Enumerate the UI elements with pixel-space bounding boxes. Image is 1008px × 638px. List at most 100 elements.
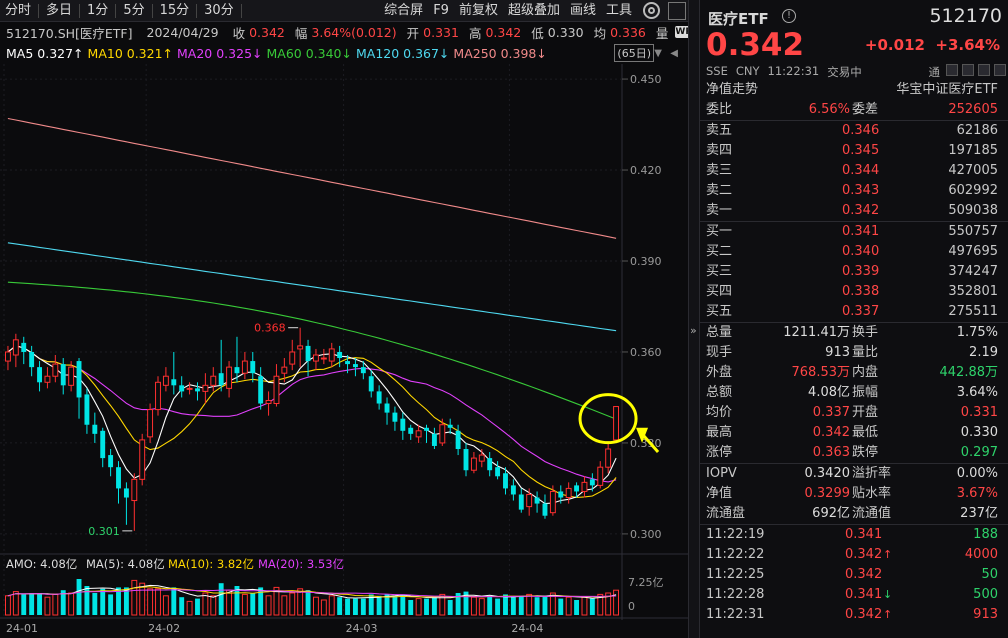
candle-up — [289, 351, 296, 365]
amp-value: 3.64%(0.012) — [311, 24, 397, 40]
candle-down — [534, 497, 540, 504]
volume-bar-up — [281, 595, 288, 616]
volume-bar-up — [581, 596, 588, 616]
volume-bar-down — [21, 594, 27, 615]
divider — [79, 3, 81, 18]
volume-bar-up — [265, 595, 272, 616]
period-tab[interactable]: 30分 — [199, 0, 239, 22]
candle-down — [574, 485, 580, 492]
price-change: +0.012 +3.64% — [864, 36, 1000, 54]
days-badge[interactable]: (65日) — [614, 44, 654, 62]
candle-down — [368, 376, 374, 392]
amo-ma10: MA(10): 3.82亿 — [168, 557, 254, 571]
toolbar-item[interactable]: 工具 — [601, 0, 637, 22]
order-book-row: 卖三 0.344 427005 — [706, 163, 998, 178]
candle-down — [195, 388, 200, 392]
panel-collapse-bar[interactable]: » — [688, 0, 700, 638]
amo-label: AMO: 4.08亿 — [6, 557, 77, 571]
tong-label: 通 — [928, 65, 941, 79]
period-tab[interactable]: 1分 — [82, 0, 113, 22]
period-tab[interactable]: 15分 — [155, 0, 195, 22]
toolbar: 分时 多日 1分 5分 15分 30分 综合屏 F9 前复权 超级叠加 画线 工具 — [0, 0, 688, 22]
info-icon[interactable]: ! — [782, 9, 796, 23]
candle-down — [510, 485, 516, 495]
candle-down — [179, 385, 185, 392]
period-tab[interactable]: 多日 — [41, 0, 77, 22]
fund-name[interactable]: 医疗ETF — [708, 8, 769, 29]
volume-bar-down — [503, 594, 508, 615]
more-icon[interactable] — [994, 64, 1006, 76]
candle-up — [328, 348, 335, 362]
order-book-row: 买一 0.341 550757 — [706, 224, 998, 239]
order-book-row: 卖四 0.345 197185 — [706, 143, 998, 158]
y-tick-label: 0.300 — [630, 528, 662, 541]
stat-row: 最高 0.342 最低 0.330 — [706, 425, 998, 440]
candle-down — [250, 361, 256, 374]
window-icon[interactable] — [668, 1, 686, 20]
collapse-arrow-icon[interactable]: » — [690, 324, 697, 337]
order-book-row: 买二 0.340 497695 — [706, 244, 998, 259]
triangle-down-icon[interactable]: ▼ — [654, 48, 662, 59]
tick-list: 11:22:19 0.341 188 11:22:22 0.342 ↑ 4000 11:22:… — [700, 525, 1008, 625]
volume-bar-down — [337, 597, 343, 615]
high-label: 高 — [468, 25, 482, 41]
edit-icon[interactable] — [946, 64, 958, 76]
volume-bar-down — [352, 598, 358, 615]
candle-down — [171, 379, 177, 386]
period-tab[interactable]: 分时 — [0, 0, 36, 22]
open-label: 开 — [406, 25, 420, 41]
toolbar-item[interactable]: 画线 — [565, 0, 601, 22]
candle-up — [273, 375, 280, 405]
period-tab[interactable]: 5分 — [118, 0, 149, 22]
volume-bar-up — [470, 596, 477, 616]
volume-bar-up — [186, 600, 193, 616]
candle-up — [565, 487, 572, 499]
y-tick-label: 0.360 — [630, 346, 662, 359]
volume-bar-down — [487, 595, 493, 615]
volume-bar-down — [195, 598, 200, 615]
candle-down — [376, 391, 382, 404]
fund-code: 512170 — [929, 5, 1002, 27]
candle-down — [487, 458, 493, 471]
kline-chart[interactable]: 0.450 0.420 0.390 0.360 0.330 0.300 24-01 24-02… — [0, 0, 688, 638]
y-tick-label: 0.450 — [630, 73, 662, 86]
left-arrow-icon[interactable]: ◀ — [670, 48, 678, 59]
candle-down — [305, 345, 311, 362]
candle-up — [526, 493, 533, 508]
link-icon[interactable] — [978, 64, 990, 76]
arrow-up-icon: ↑ — [883, 608, 893, 621]
x-tick-label: 24-01 — [6, 622, 38, 635]
candle-up — [581, 481, 588, 492]
volume-bar-up — [297, 588, 304, 616]
high-value: 0.342 — [485, 24, 522, 40]
volume-bar-up — [226, 589, 233, 616]
volume-bar-up — [415, 598, 422, 616]
toolbar-item[interactable]: F9 — [428, 0, 454, 22]
volume-bar-up — [565, 596, 572, 616]
x-tick-label: 24-03 — [346, 622, 378, 635]
stat-row: 净值 0.3299 贴水率 3.67% — [706, 486, 998, 501]
gear-icon[interactable] — [643, 2, 660, 19]
nav-trend-row[interactable]: 净值走势 华宝中证医疗ETF — [700, 80, 1008, 100]
candle-up — [68, 366, 75, 386]
toolbar-item[interactable]: 综合屏 — [379, 0, 428, 22]
candle-up — [313, 354, 319, 362]
list-icon[interactable] — [962, 64, 974, 76]
candle-up — [131, 478, 138, 502]
ma120-label: MA120 0.367↓ — [355, 45, 450, 61]
candle-up — [478, 454, 485, 462]
candle-down — [589, 479, 595, 486]
toolbar-item[interactable]: 超级叠加 — [503, 0, 565, 22]
order-book-row: 卖二 0.343 602992 — [706, 183, 998, 198]
quote-header: 医疗ETF ! 512170 0.342 +0.012 +3.64% SSE CN… — [700, 0, 1008, 80]
candle-up — [155, 381, 161, 411]
volume-bar-down — [108, 594, 114, 615]
volume-bar-up — [44, 596, 51, 616]
ma20-label: MA20 0.325↓ — [177, 45, 263, 61]
candle-down — [503, 473, 508, 489]
candle-down — [29, 351, 35, 368]
candle-down — [518, 494, 524, 510]
candle-up — [12, 339, 19, 356]
toolbar-item[interactable]: 前复权 — [454, 0, 503, 22]
volume-bar-up — [328, 595, 335, 616]
